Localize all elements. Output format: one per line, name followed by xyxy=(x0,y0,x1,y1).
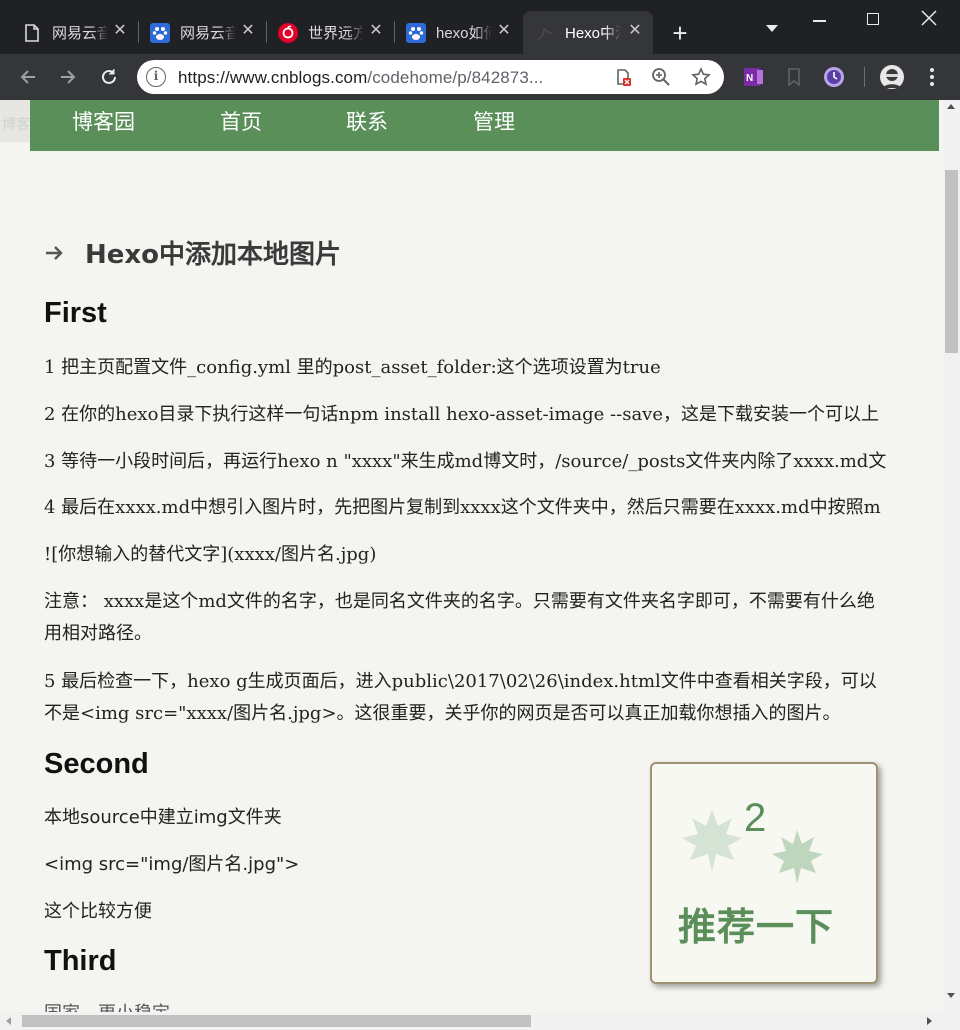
maximize-button[interactable] xyxy=(859,8,889,32)
onenote-extension-icon[interactable]: N xyxy=(741,64,767,90)
step-5-line-2: 不是<img src="xxxx/图片名.jpg>。这很重要，关乎你的网页是否可… xyxy=(44,703,841,724)
tab-4-close-icon[interactable]: ✕ xyxy=(496,23,512,39)
chrome-menu-icon[interactable] xyxy=(919,64,945,90)
blog-nav-bar: 博客园 首页 联系 管理 xyxy=(30,100,939,151)
step-3: 3 等待一小段时间后，再运行hexo n "xxxx"来生成md博文时，/sou… xyxy=(44,451,887,472)
tab-4[interactable]: hexo如何 ✕ xyxy=(394,11,522,54)
tab-5-active[interactable]: Hexo中添 ✕ xyxy=(523,11,653,54)
baidu-paw-icon xyxy=(406,22,426,43)
step-2: 2 在你的hexo目录下执行这样一句话npm install hexo-asse… xyxy=(44,404,879,425)
post-title[interactable]: Hexo中添加本地图片 xyxy=(85,234,341,271)
heading-first: First xyxy=(44,297,107,329)
horizontal-scrollbar[interactable] xyxy=(0,1012,960,1030)
recommend-count: 2 xyxy=(744,796,767,840)
url-text[interactable]: https://www.cnblogs.com/codehome/p/84287… xyxy=(178,68,543,88)
tab-3-title: 世界远方 xyxy=(308,25,364,42)
note-line-2: 用相对路径。 xyxy=(44,623,152,644)
vertical-scrollbar[interactable] xyxy=(943,100,960,1012)
tab-3-close-icon[interactable]: ✕ xyxy=(368,23,384,39)
page-content: 博客 博客园 首页 联系 管理 Hexo中添加本地图片 First 1 把主页配… xyxy=(0,100,943,1012)
clock-extension-icon[interactable] xyxy=(821,64,847,90)
nav-item-admin[interactable]: 管理 xyxy=(473,106,515,136)
nav-stub: 博客 xyxy=(0,100,30,142)
bookmark-extension-icon[interactable] xyxy=(781,64,807,90)
svg-text:N: N xyxy=(746,73,753,84)
tab-2-title: 网易云音 xyxy=(180,25,236,42)
step-5-line-1: 5 最后检查一下，hexo g生成页面后，进入public\2017\02\26… xyxy=(44,671,877,692)
vertical-scroll-thumb[interactable] xyxy=(945,170,958,353)
tab-search-dropdown-icon[interactable] xyxy=(766,25,778,32)
netease-music-icon xyxy=(278,22,298,43)
recommend-button[interactable]: 2 推荐一下 xyxy=(650,762,878,984)
reload-button[interactable] xyxy=(96,64,122,90)
heading-third: Third xyxy=(44,945,117,977)
post-title-row: Hexo中添加本地图片 xyxy=(44,234,341,271)
cnblogs-icon xyxy=(535,23,555,43)
scroll-right-arrow-icon[interactable] xyxy=(927,1017,932,1025)
nav-item-home[interactable]: 首页 xyxy=(220,106,262,136)
note-line-1: 注意： xxxx是这个md文件的名字，也是同名文件夹的名字。只需要有文件夹名字即… xyxy=(44,591,875,612)
step-1: 1 把主页配置文件_config.yml 里的post_asset_folder… xyxy=(44,357,661,378)
title-bar: 网易云音 ✕ 网易云音 ✕ 世界远方 ✕ hexo如何 ✕ Hexo中添 ✕ + xyxy=(0,0,960,54)
address-bar[interactable]: i https://www.cnblogs.com/codehome/p/842… xyxy=(137,60,724,94)
url-host: https://www.cnblogs.com xyxy=(178,68,368,87)
tab-1-close-icon[interactable]: ✕ xyxy=(112,23,128,39)
arrow-right-icon xyxy=(46,245,63,260)
step-4: 4 最后在xxxx.md中想引入图片时，先把图片复制到xxxx这个文件夹中，然后… xyxy=(44,497,881,518)
document-icon xyxy=(22,23,42,43)
forward-button[interactable] xyxy=(55,64,81,90)
tab-1-title: 网易云音 xyxy=(52,25,108,42)
scroll-down-arrow-icon[interactable] xyxy=(947,993,955,998)
url-path: /codehome/p/842873... xyxy=(367,68,544,87)
horizontal-scroll-thumb[interactable] xyxy=(22,1015,531,1027)
site-info-icon[interactable]: i xyxy=(146,67,166,87)
tab-2[interactable]: 网易云音 ✕ xyxy=(138,11,267,54)
tab-1[interactable]: 网易云音 ✕ xyxy=(10,11,139,54)
zoom-icon[interactable] xyxy=(651,67,671,87)
back-button[interactable] xyxy=(15,64,41,90)
third-line-1: 国家、更小稳定 xyxy=(44,998,170,1012)
toolbar-separator xyxy=(864,67,865,87)
second-line-2: <img src="img/图片名.jpg"> xyxy=(44,854,300,875)
scroll-left-arrow-icon[interactable] xyxy=(6,1017,11,1025)
tab-5-title: Hexo中添 xyxy=(565,25,621,42)
nav-item-contact[interactable]: 联系 xyxy=(346,106,388,136)
cookie-blocked-icon[interactable] xyxy=(613,67,633,87)
markdown-example: ![你想输入的替代文字](xxxx/图片名.jpg) xyxy=(44,544,377,565)
baidu-paw-icon xyxy=(150,22,170,43)
second-line-1: 本地source中建立img文件夹 xyxy=(44,807,282,828)
browser-toolbar: i https://www.cnblogs.com/codehome/p/842… xyxy=(0,54,960,100)
new-tab-button[interactable]: + xyxy=(668,20,692,46)
tab-5-close-icon[interactable]: ✕ xyxy=(627,23,643,39)
tab-4-title: hexo如何 xyxy=(436,25,492,42)
heading-second: Second xyxy=(44,748,149,780)
bookmark-star-icon[interactable] xyxy=(691,67,711,87)
nav-item-cnblogs[interactable]: 博客园 xyxy=(72,106,135,136)
scroll-up-arrow-icon[interactable] xyxy=(947,104,955,109)
minimize-button[interactable] xyxy=(805,8,835,32)
tab-3[interactable]: 世界远方 ✕ xyxy=(266,11,395,54)
profile-avatar[interactable] xyxy=(879,64,905,90)
recommend-label: 推荐一下 xyxy=(678,905,835,949)
close-window-button[interactable] xyxy=(914,8,944,32)
tab-2-close-icon[interactable]: ✕ xyxy=(240,23,256,39)
second-line-3: 这个比较方便 xyxy=(44,901,152,922)
